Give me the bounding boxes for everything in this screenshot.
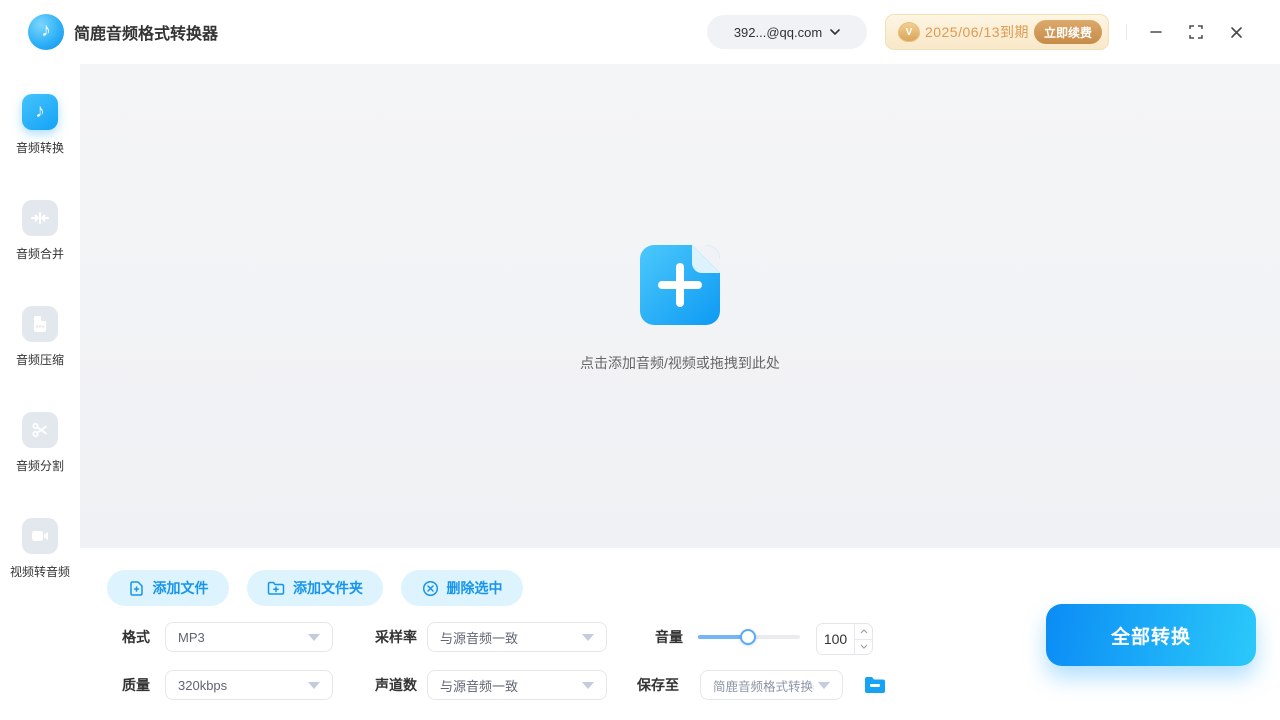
app-title: 简鹿音频格式转换器 bbox=[74, 0, 218, 64]
vip-expiry-text: 2025/06/13到期 bbox=[920, 22, 1034, 42]
file-plus-icon bbox=[128, 580, 145, 597]
sample-rate-label: 采样率 bbox=[375, 622, 417, 652]
title-bar: 简鹿音频格式转换器 392...@qq.com V 2025/06/13到期 立… bbox=[0, 0, 1280, 64]
compress-file-icon bbox=[22, 306, 58, 342]
vip-crown-icon: V bbox=[898, 22, 920, 42]
file-dropzone[interactable]: 点击添加音频/视频或拖拽到此处 bbox=[80, 245, 1280, 373]
sidebar-item-audio-convert[interactable]: ♪ 音频转换 bbox=[0, 94, 80, 156]
vip-status-banner: V 2025/06/13到期 立即续费 bbox=[885, 14, 1109, 50]
spinner-up-icon[interactable] bbox=[855, 624, 872, 640]
convert-all-button[interactable]: 全部转换 bbox=[1046, 604, 1256, 666]
quality-label: 质量 bbox=[122, 670, 150, 700]
sidebar-item-audio-compress[interactable]: 音频压缩 bbox=[0, 306, 80, 368]
titlebar-divider bbox=[1126, 24, 1127, 40]
channels-select[interactable]: 与源音频一致 bbox=[427, 670, 607, 700]
folder-plus-icon bbox=[267, 580, 285, 596]
folder-icon bbox=[864, 676, 886, 694]
minimize-icon bbox=[1149, 25, 1163, 39]
maximize-icon bbox=[1189, 25, 1203, 39]
add-folder-label: 添加文件夹 bbox=[293, 578, 363, 598]
sidebar-item-label: 音频转换 bbox=[16, 139, 64, 156]
sidebar-item-label: 视频转音频 bbox=[10, 563, 70, 580]
volume-input[interactable] bbox=[817, 624, 854, 654]
add-folder-button[interactable]: 添加文件夹 bbox=[247, 570, 383, 606]
close-icon bbox=[1230, 26, 1243, 39]
delete-selected-button[interactable]: 删除选中 bbox=[401, 570, 523, 606]
renew-button[interactable]: 立即续费 bbox=[1034, 20, 1102, 44]
dropdown-triangle-icon bbox=[818, 682, 830, 689]
dropdown-triangle-icon bbox=[582, 682, 594, 689]
add-file-label: 添加文件 bbox=[153, 578, 209, 598]
account-email: 392...@qq.com bbox=[734, 25, 822, 40]
dropdown-triangle-icon bbox=[308, 682, 320, 689]
app-logo-icon bbox=[28, 14, 64, 50]
format-label: 格式 bbox=[122, 622, 150, 652]
sample-rate-select[interactable]: 与源音频一致 bbox=[427, 622, 607, 652]
scissors-icon bbox=[22, 412, 58, 448]
chevron-down-icon bbox=[830, 29, 840, 35]
open-folder-button[interactable] bbox=[862, 673, 888, 697]
channels-value: 与源音频一致 bbox=[440, 676, 574, 695]
format-value: MP3 bbox=[178, 630, 300, 645]
sidebar-item-video-to-audio[interactable]: 视频转音频 bbox=[0, 518, 80, 580]
bottom-panel: 添加文件 添加文件夹 删除选中 格式 MP3 采样率 与源音频一致 bbox=[0, 548, 1280, 720]
save-to-label: 保存至 bbox=[637, 670, 679, 700]
spinner-down-icon[interactable] bbox=[855, 640, 872, 655]
save-to-select[interactable]: 简鹿音频格式转换器 bbox=[700, 670, 843, 700]
quality-value: 320kbps bbox=[178, 678, 300, 693]
format-select[interactable]: MP3 bbox=[165, 622, 333, 652]
dropdown-triangle-icon bbox=[308, 634, 320, 641]
sidebar-item-audio-merge[interactable]: 音频合并 bbox=[0, 200, 80, 262]
sidebar-item-label: 音频压缩 bbox=[16, 351, 64, 368]
minimize-button[interactable] bbox=[1144, 20, 1168, 44]
channels-label: 声道数 bbox=[375, 670, 417, 700]
quality-select[interactable]: 320kbps bbox=[165, 670, 333, 700]
sidebar-item-audio-split[interactable]: 音频分割 bbox=[0, 412, 80, 474]
sample-rate-value: 与源音频一致 bbox=[440, 628, 574, 647]
slider-thumb[interactable] bbox=[740, 629, 756, 645]
dropzone-hint-text: 点击添加音频/视频或拖拽到此处 bbox=[580, 353, 780, 373]
dropdown-triangle-icon bbox=[582, 634, 594, 641]
sidebar-item-label: 音频分割 bbox=[16, 457, 64, 474]
volume-number-box bbox=[816, 623, 873, 655]
main-content-area: 点击添加音频/视频或拖拽到此处 bbox=[80, 64, 1280, 548]
sidebar-item-label: 音频合并 bbox=[16, 245, 64, 262]
circle-x-icon bbox=[422, 580, 439, 597]
volume-slider[interactable] bbox=[698, 633, 800, 641]
music-note-icon: ♪ bbox=[22, 94, 58, 130]
app-window: 简鹿音频格式转换器 392...@qq.com V 2025/06/13到期 立… bbox=[0, 0, 1280, 720]
merge-arrows-icon bbox=[22, 200, 58, 236]
account-dropdown[interactable]: 392...@qq.com bbox=[707, 15, 867, 49]
delete-selected-label: 删除选中 bbox=[447, 578, 503, 598]
video-camera-icon bbox=[22, 518, 58, 554]
volume-spinner bbox=[854, 624, 872, 654]
sidebar-nav: ♪ 音频转换 音频合并 音频压缩 bbox=[0, 64, 80, 720]
close-button[interactable] bbox=[1224, 20, 1248, 44]
add-file-button[interactable]: 添加文件 bbox=[107, 570, 229, 606]
maximize-button[interactable] bbox=[1184, 20, 1208, 44]
save-to-value: 简鹿音频格式转换器 bbox=[713, 676, 814, 695]
add-file-plus-icon bbox=[640, 245, 720, 325]
volume-label: 音量 bbox=[655, 622, 683, 652]
